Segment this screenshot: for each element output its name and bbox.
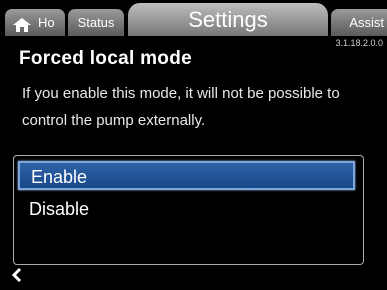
back-button[interactable] — [11, 266, 23, 289]
page-description: If you enable this mode, it will not be … — [22, 85, 340, 129]
tab-assist-label: Assist — [349, 15, 384, 30]
tab-home[interactable]: Ho — [5, 9, 65, 36]
top-tab-bar: Ho Status Settings Assist — [0, 0, 387, 44]
option-enable[interactable]: Enable — [18, 161, 355, 190]
option-disable[interactable]: Disable — [18, 195, 355, 224]
home-icon — [12, 15, 32, 42]
tab-home-label: Ho — [38, 15, 55, 30]
tab-settings[interactable]: Settings — [128, 3, 328, 36]
option-list: Enable Disable — [13, 155, 364, 265]
chevron-left-icon — [11, 267, 22, 283]
page-title: Forced local mode — [19, 48, 192, 69]
version-label: 3.1.18.2.0.0 — [335, 38, 383, 48]
tab-status[interactable]: Status — [68, 9, 124, 36]
tab-assist[interactable]: Assist — [331, 9, 387, 36]
